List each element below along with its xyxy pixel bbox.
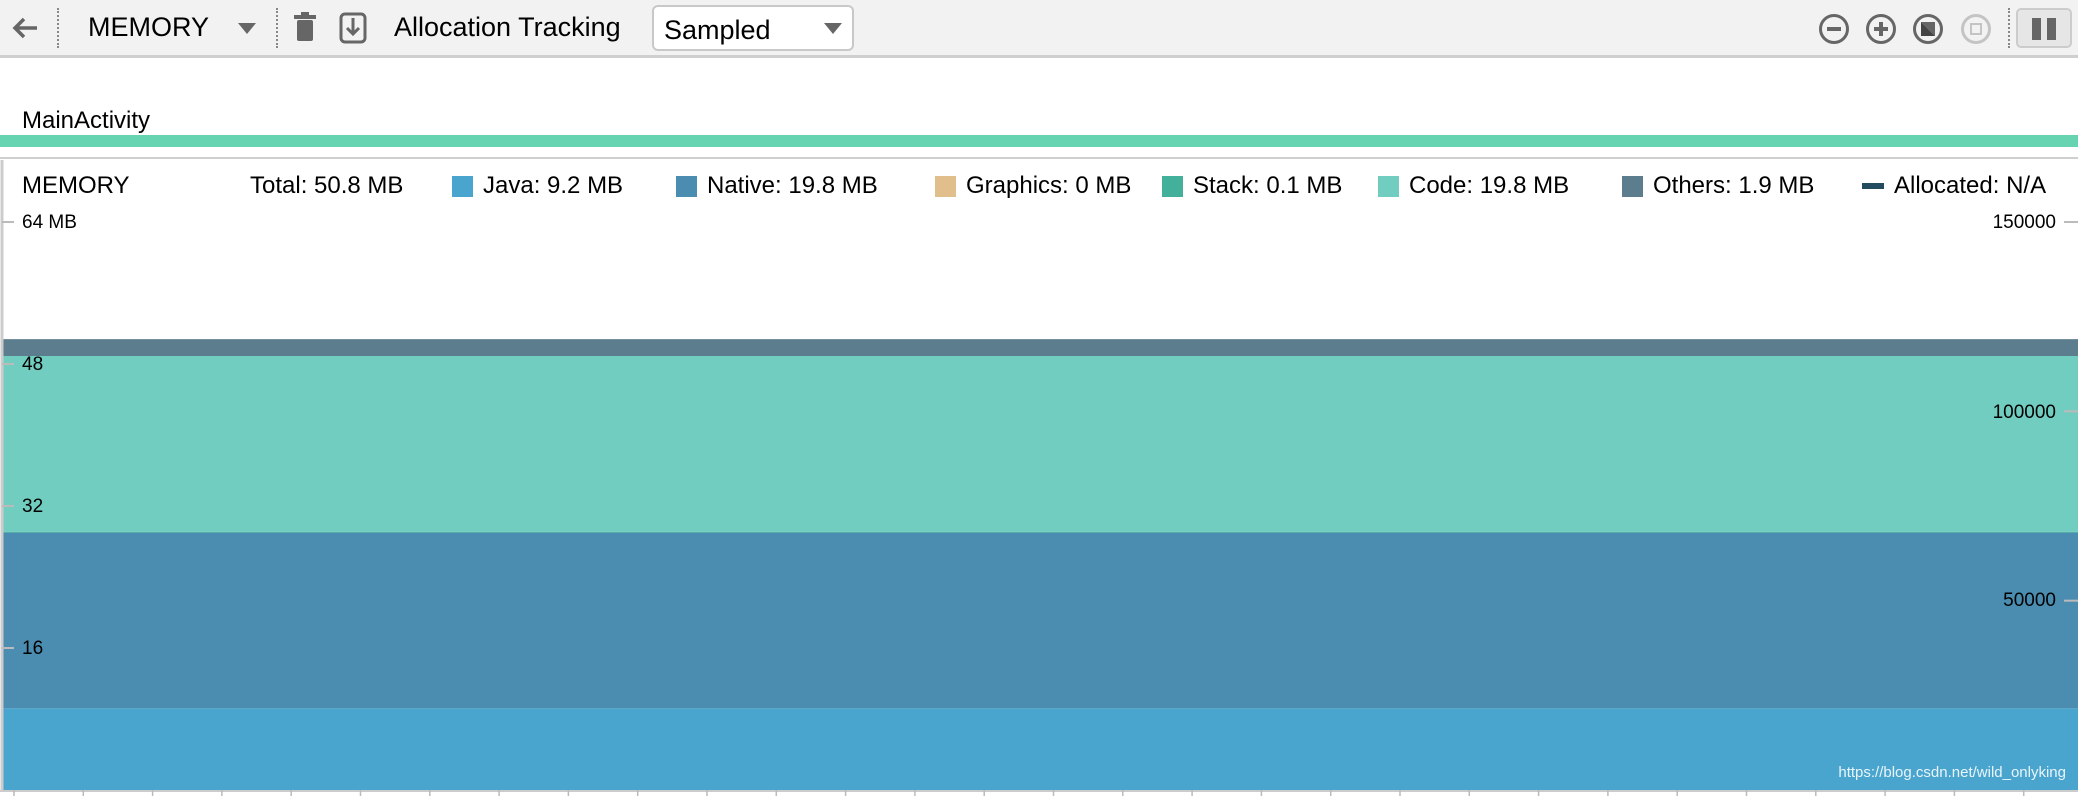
zoom-in-icon[interactable] [1866,14,1896,44]
area-code [2,356,2078,532]
legend-item: Others: 1.9 MB [1622,172,1814,200]
memory-legend: MEMORY Total: 50.8 MB Java: 9.2 MB Native… [0,172,2078,202]
area-stack [2,531,2078,533]
legend-label: Others: 1.9 MB [1653,172,1815,199]
legend-label: Code: 19.8 MB [1409,172,1570,199]
right-axis-tick: 150000 [1992,212,2056,233]
legend-swatch [676,175,697,197]
legend-item: Graphics: 0 MB [935,172,1131,200]
right-axis-tick: 100000 [1992,402,2056,423]
legend-label: Allocated: N/A [1894,172,2047,199]
allocation-tracking-select[interactable]: Sampled [652,5,854,51]
legend-swatch [452,175,473,197]
allocation-tracking-label: Allocation Tracking [394,12,621,42]
legend-label: Native: 19.8 MB [707,172,878,199]
watermark: https://blog.csdn.net/wild_onlyking [1838,764,2066,781]
activity-label: MainActivity [22,107,151,134]
memory-chart[interactable] [0,160,2078,796]
trash-icon[interactable] [294,12,316,42]
legend-label: Stack: 0.1 MB [1193,172,1343,199]
area-others [2,339,2078,357]
legend-swatch [1162,175,1183,197]
legend-item: Allocated: N/A [1862,172,2046,200]
legend-swatch [935,175,956,197]
area-java [2,708,2078,790]
legend-swatch [1378,175,1399,197]
zoom-to-selection-icon[interactable] [1961,14,1991,44]
legend-label: Java: 9.2 MB [483,172,624,199]
zoom-out-icon[interactable] [1819,14,1849,44]
profiler-selector[interactable]: MEMORY [88,12,209,43]
legend-swatch [1622,175,1643,197]
activity-lifecycle-track: MainActivity [0,59,2078,159]
right-axis-tick: 50000 [2003,590,2056,611]
reset-zoom-icon[interactable] [1913,14,1943,44]
activity-bar[interactable] [0,135,2078,147]
divider [2008,8,2010,48]
heap-dump-icon[interactable] [339,12,367,44]
pause-button[interactable] [2016,8,2072,48]
allocation-tracking-value: Sampled [664,15,771,45]
dashed-line-icon [1862,183,1884,189]
legend-title: MEMORY [22,172,130,199]
divider [57,8,59,48]
arrow-left-icon[interactable] [10,14,40,42]
left-axis-tick: 48 [22,354,44,375]
legend-label: Graphics: 0 MB [966,172,1132,199]
legend-item: Code: 19.8 MB [1378,172,1569,200]
legend-item: Java: 9.2 MB [452,172,623,200]
left-axis-tick: 16 [22,638,44,659]
chevron-down-icon [824,23,842,34]
legend-total: Total: 50.8 MB [250,172,404,199]
chevron-down-icon[interactable] [238,23,256,34]
toolbar: MEMORY Allocation Tracking Sampled [0,0,2078,58]
area-native [2,532,2078,709]
divider [276,8,278,48]
left-axis-tick: 64 MB [22,212,77,233]
legend-item: Native: 19.8 MB [676,172,878,200]
legend-item: Stack: 0.1 MB [1162,172,1342,200]
left-axis-tick: 32 [22,496,44,517]
